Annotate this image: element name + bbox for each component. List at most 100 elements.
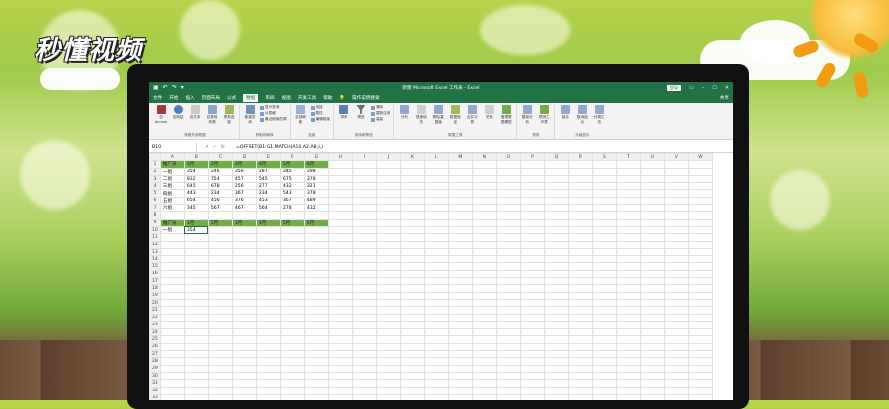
table-cell[interactable] <box>303 320 329 330</box>
table-cell[interactable] <box>615 349 641 359</box>
table-cell[interactable] <box>543 225 569 235</box>
table-cell[interactable] <box>255 291 281 300</box>
table-cell[interactable] <box>375 269 401 279</box>
table-cell[interactable] <box>255 255 281 264</box>
table-cell[interactable]: 287 <box>255 167 281 176</box>
table-cell[interactable] <box>231 298 257 308</box>
table-cell[interactable] <box>687 262 713 271</box>
table-cell[interactable] <box>567 255 593 264</box>
table-cell[interactable]: 675 <box>279 174 305 184</box>
table-cell[interactable] <box>183 320 209 330</box>
table-cell[interactable] <box>423 255 449 264</box>
table-cell[interactable] <box>375 364 401 373</box>
table-cell[interactable] <box>543 182 569 191</box>
table-cell[interactable] <box>399 211 425 220</box>
table-cell[interactable] <box>207 313 233 322</box>
table-cell[interactable] <box>591 204 617 213</box>
row-header[interactable]: 22 <box>149 313 161 322</box>
table-cell[interactable] <box>423 167 449 176</box>
table-cell[interactable] <box>423 247 449 257</box>
table-cell[interactable] <box>183 262 209 271</box>
table-cell[interactable]: 378 <box>303 189 329 198</box>
table-cell[interactable] <box>207 284 233 293</box>
table-cell[interactable] <box>423 225 449 235</box>
table-cell[interactable] <box>471 167 497 176</box>
table-cell[interactable] <box>303 291 329 300</box>
table-cell[interactable]: 1月 <box>183 218 209 227</box>
row-header[interactable]: 23 <box>149 320 161 330</box>
table-cell[interactable] <box>423 277 449 286</box>
table-cell[interactable] <box>447 364 473 373</box>
table-cell[interactable] <box>615 160 641 169</box>
table-cell[interactable] <box>591 306 617 315</box>
table-cell[interactable] <box>183 386 209 395</box>
table-cell[interactable] <box>399 225 425 235</box>
row-header[interactable]: 30 <box>149 371 161 381</box>
table-cell[interactable] <box>663 189 689 198</box>
table-cell[interactable] <box>519 320 545 330</box>
table-cell[interactable] <box>447 218 473 227</box>
table-cell[interactable] <box>687 371 713 381</box>
table-cell[interactable] <box>591 357 617 366</box>
table-cell[interactable] <box>231 225 257 235</box>
row-header[interactable]: 8 <box>149 211 161 220</box>
table-cell[interactable] <box>255 262 281 271</box>
table-cell[interactable] <box>519 233 545 242</box>
table-cell[interactable] <box>375 240 401 249</box>
table-cell[interactable] <box>591 379 617 388</box>
table-cell[interactable] <box>663 357 689 366</box>
table-cell[interactable] <box>447 335 473 344</box>
table-cell[interactable]: 298 <box>303 167 329 176</box>
table-cell[interactable] <box>447 291 473 300</box>
table-cell[interactable] <box>303 364 329 373</box>
table-cell[interactable] <box>591 182 617 191</box>
table-cell[interactable] <box>663 255 689 264</box>
table-cell[interactable] <box>543 357 569 366</box>
table-cell[interactable] <box>495 196 521 206</box>
table-cell[interactable] <box>663 225 689 235</box>
table-cell[interactable] <box>471 386 497 395</box>
table-cell[interactable] <box>543 218 569 227</box>
column-header[interactable]: U <box>639 152 665 162</box>
table-cell[interactable] <box>471 160 497 169</box>
table-cell[interactable] <box>615 167 641 176</box>
table-cell[interactable] <box>183 313 209 322</box>
table-cell[interactable] <box>255 247 281 257</box>
table-cell[interactable] <box>351 342 377 352</box>
table-cell[interactable] <box>519 189 545 198</box>
table-cell[interactable] <box>687 233 713 242</box>
table-cell[interactable] <box>567 379 593 388</box>
consolidate-button[interactable]: 合并计算 <box>465 105 479 133</box>
table-cell[interactable] <box>375 255 401 264</box>
table-cell[interactable] <box>567 277 593 286</box>
table-cell[interactable] <box>231 364 257 373</box>
table-cell[interactable] <box>255 269 281 279</box>
table-cell[interactable] <box>423 196 449 206</box>
maximize-icon[interactable]: ☐ <box>712 85 716 91</box>
tell-me-search[interactable]: 操作说明搜索 <box>352 95 380 101</box>
sort-button[interactable]: 排序 <box>337 105 351 133</box>
table-cell[interactable] <box>351 284 377 293</box>
table-cell[interactable] <box>327 247 353 257</box>
table-cell[interactable] <box>255 379 281 388</box>
flash-fill-button[interactable]: 快速填充 <box>414 105 428 133</box>
table-cell[interactable] <box>399 364 425 373</box>
table-cell[interactable] <box>495 342 521 352</box>
row-header[interactable]: 19 <box>149 291 161 300</box>
table-cell[interactable] <box>399 262 425 271</box>
table-cell[interactable] <box>663 335 689 344</box>
table-cell[interactable]: 6月 <box>303 218 329 227</box>
table-cell[interactable] <box>591 371 617 381</box>
table-cell[interactable] <box>183 393 209 400</box>
table-cell[interactable] <box>447 349 473 359</box>
table-cell[interactable] <box>519 379 545 388</box>
table-cell[interactable] <box>687 393 713 400</box>
table-cell[interactable] <box>471 211 497 220</box>
table-cell[interactable] <box>303 240 329 249</box>
table-cell[interactable] <box>591 160 617 169</box>
table-cell[interactable] <box>639 262 665 271</box>
table-cell[interactable] <box>471 247 497 257</box>
table-cell[interactable]: 5月 <box>279 218 305 227</box>
table-cell[interactable] <box>279 393 305 400</box>
table-cell[interactable] <box>351 349 377 359</box>
